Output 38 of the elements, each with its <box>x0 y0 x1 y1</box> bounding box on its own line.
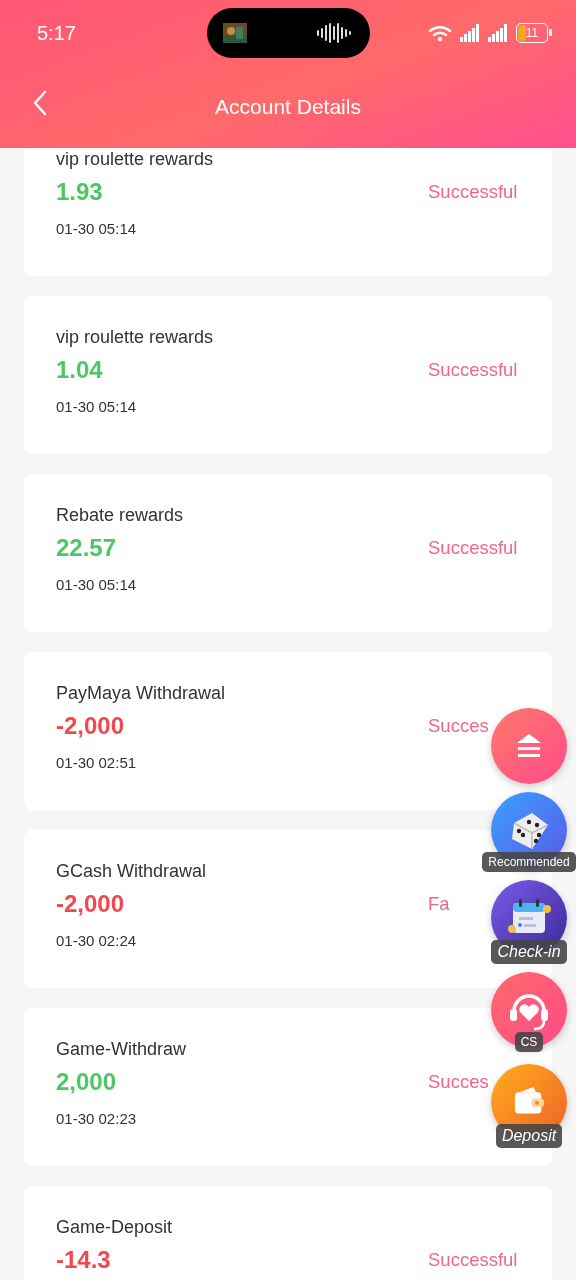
record-title: vip roulette rewards <box>56 326 214 349</box>
record-time: 01-30 05:14 <box>56 398 137 415</box>
record-time: 01-30 02:51 <box>56 754 137 771</box>
record-title: PayMaya Withdrawal <box>56 682 226 705</box>
record-time: 01-30 05:14 <box>56 576 137 593</box>
record-title: Game-Deposit <box>56 1216 173 1239</box>
record-status: Successful <box>428 181 518 203</box>
record-status: Succes <box>428 715 489 737</box>
shortcut-label: Deposit <box>495 1124 563 1148</box>
record-amount: 22.57 <box>56 533 117 563</box>
signal-icon <box>488 24 508 42</box>
record-amount: -2,000 <box>56 711 125 741</box>
record-time: 01-30 02:24 <box>56 932 137 949</box>
status-time: 5:17 <box>37 21 77 45</box>
record-amount: 1.04 <box>56 355 103 385</box>
shortcut-label: Check-in <box>491 940 567 964</box>
record-time: 01-30 05:14 <box>56 220 137 237</box>
record-amount: -14.3 <box>56 1245 111 1275</box>
record-amount: 1.93 <box>56 177 103 207</box>
page-title: Account Details <box>215 95 361 119</box>
record-status: Successful <box>428 1249 518 1271</box>
shortcut-label: Recommended <box>482 852 576 872</box>
record-status: Successful <box>428 359 518 381</box>
record-time: 01-30 02:23 <box>56 1110 137 1127</box>
signal-icon <box>460 24 480 42</box>
shortcut-label: CS <box>514 1032 544 1052</box>
record-amount: 2,000 <box>56 1067 117 1097</box>
record-status: Successful <box>428 537 518 559</box>
record-status: Succes <box>428 1071 489 1093</box>
record-title: Rebate rewards <box>56 504 184 527</box>
wifi-icon <box>428 23 452 43</box>
record-title: GCash Withdrawal <box>56 860 207 883</box>
record-title: vip roulette rewards <box>56 148 214 171</box>
back-icon[interactable] <box>33 90 47 116</box>
waveform-icon <box>316 23 354 43</box>
record-status: Fa <box>428 893 450 915</box>
record-amount: -2,000 <box>56 889 125 919</box>
record-title: Game-Withdraw <box>56 1038 187 1061</box>
